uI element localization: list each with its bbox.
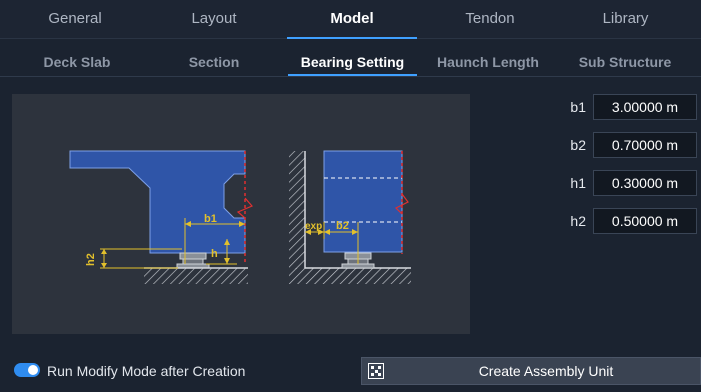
dim-h-label: h: [211, 248, 218, 260]
param-b1-label: b1: [570, 99, 586, 115]
tab-section[interactable]: Section: [150, 44, 278, 74]
girder-end-section: [323, 150, 403, 253]
girder-end-view: exp b2: [289, 150, 411, 284]
tab-bearing-setting[interactable]: Bearing Setting: [288, 44, 417, 76]
tab-haunch-length[interactable]: Haunch Length: [425, 44, 551, 74]
bearing-lower-plate: [341, 263, 375, 269]
create-assembly-unit-button[interactable]: Create Assembly Unit: [361, 357, 701, 385]
dim-exp-label: exp: [305, 221, 322, 232]
dim-h2-label: h2: [85, 253, 97, 266]
tab-library[interactable]: Library: [560, 0, 691, 36]
ground-hatch-left: [144, 268, 248, 284]
bearing-upper-plate: [179, 252, 207, 260]
tab-layout[interactable]: Layout: [140, 0, 288, 36]
run-modify-mode-toggle[interactable]: [14, 363, 40, 377]
param-h2-input[interactable]: 0.50000 m: [593, 208, 697, 234]
run-modify-mode-label: Run Modify Mode after Creation: [47, 363, 246, 379]
tab-deck-slab[interactable]: Deck Slab: [10, 44, 144, 74]
param-h1-label: h1: [570, 175, 586, 191]
tab-sub-structure[interactable]: Sub Structure: [560, 44, 690, 74]
assembly-icon: [368, 363, 384, 379]
dim-arrow: [101, 263, 107, 268]
dim-arrow: [224, 258, 230, 264]
param-h1-input[interactable]: 0.30000 m: [593, 170, 697, 196]
girder-side-view: b1 h h2: [69, 150, 253, 284]
dim-arrow: [101, 249, 107, 254]
param-b2-input[interactable]: 0.70000 m: [593, 132, 697, 158]
dim-b1-label: b1: [204, 213, 217, 225]
param-h2-label: h2: [570, 213, 586, 229]
ground-hatch-right: [289, 268, 411, 284]
bearing-diagram: b1 h h2 exp b2: [12, 94, 470, 334]
sub-tab-bar: Deck Slab Section Bearing Setting Haunch…: [0, 44, 701, 77]
bearing-diagram-svg: b1 h h2 exp b2: [69, 150, 411, 284]
tab-general[interactable]: General: [0, 0, 150, 36]
toggle-knob: [28, 365, 38, 375]
create-assembly-unit-label: Create Assembly Unit: [478, 363, 614, 379]
main-tab-bar: General Layout Model Tendon Library: [0, 0, 701, 39]
dim-b2-label: b2: [336, 220, 349, 232]
param-b1-input[interactable]: 3.00000 m: [593, 94, 697, 120]
param-b2-label: b2: [570, 137, 586, 153]
bearing-pad: [182, 258, 204, 265]
tab-tendon[interactable]: Tendon: [420, 0, 560, 36]
girder-section: [69, 150, 246, 254]
tab-model[interactable]: Model: [287, 0, 417, 39]
abutment-wall-hatch: [289, 151, 305, 269]
